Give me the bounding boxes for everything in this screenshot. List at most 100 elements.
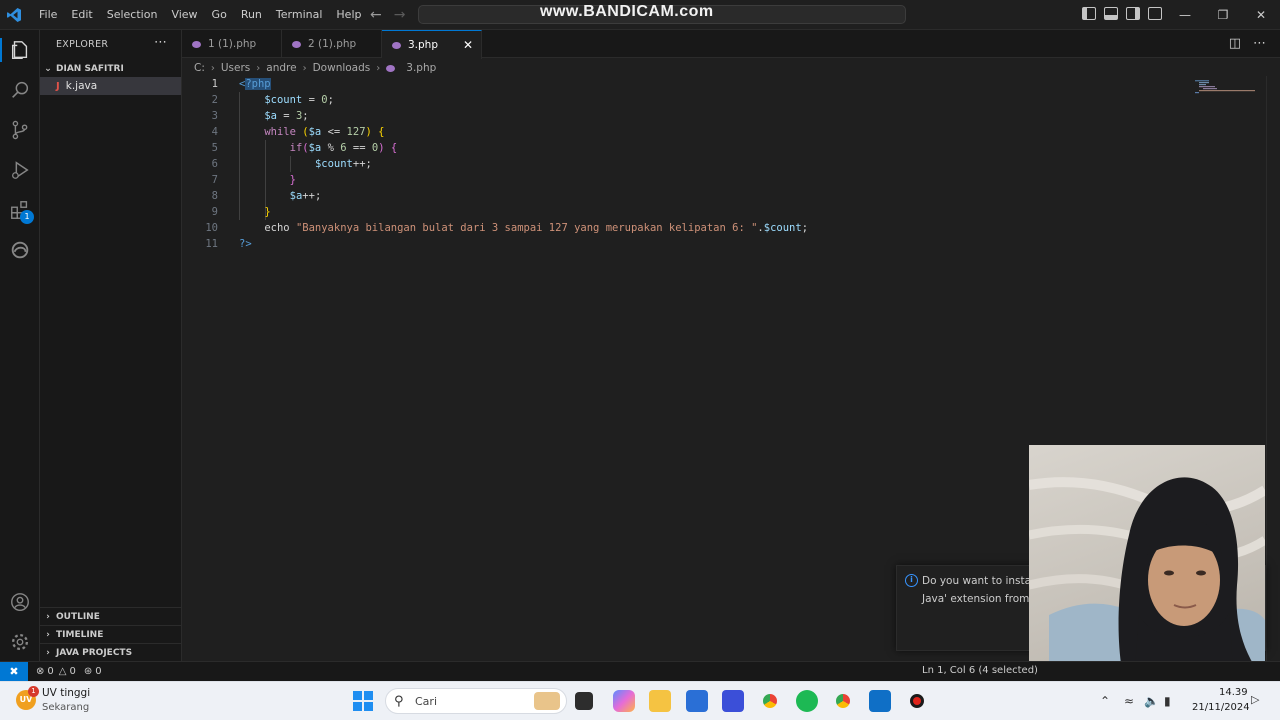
remote-indicator-icon[interactable]: ✖ xyxy=(0,661,28,682)
status-bar: ✖ ⊗ 0 △ 0 ⊛ 0 Ln 1, Col 6 (4 selected) xyxy=(0,661,1280,682)
problems-indicator[interactable]: ⊗ 0 △ 0 xyxy=(36,666,76,677)
presenter-video xyxy=(1029,477,1265,681)
toggle-secondary-sidebar-icon[interactable] xyxy=(1126,7,1140,20)
more-actions-icon[interactable]: ⋯ xyxy=(154,35,167,50)
php-file-icon xyxy=(392,41,401,49)
taskbar-search[interactable]: ⚲ Cari xyxy=(385,688,567,714)
tab-label: 1 (1).php xyxy=(208,38,257,50)
code-line[interactable]: 8 $a++; xyxy=(182,188,1082,204)
chevron-right-icon: › xyxy=(46,647,50,658)
menu-terminal[interactable]: Terminal xyxy=(269,0,330,30)
breadcrumb-item[interactable]: andre xyxy=(266,62,296,74)
toggle-panel-icon[interactable] xyxy=(1104,7,1118,20)
more-actions-icon[interactable]: ⋯ xyxy=(1253,36,1266,51)
minimap[interactable] xyxy=(1195,80,1255,94)
code-line[interactable]: 1 <?php xyxy=(182,76,1082,92)
task-view-icon[interactable] xyxy=(575,692,593,710)
code-text: } xyxy=(289,174,296,186)
menu-edit[interactable]: Edit xyxy=(64,0,99,30)
toggle-primary-sidebar-icon[interactable] xyxy=(1082,7,1096,20)
search-highlight-icon xyxy=(534,692,560,710)
timeline-section[interactable]: › TIMELINE xyxy=(40,625,181,643)
run-debug-icon[interactable] xyxy=(8,158,32,182)
code-line[interactable]: 11 ?> xyxy=(182,236,1082,252)
forward-arrow-icon[interactable]: → xyxy=(394,7,406,23)
back-arrow-icon[interactable]: ← xyxy=(370,7,382,23)
edge-devtools-icon[interactable] xyxy=(8,238,32,262)
chevron-right-icon: › xyxy=(302,62,307,74)
weather-title[interactable]: UV tinggi xyxy=(42,687,90,699)
java-projects-section[interactable]: › JAVA PROJECTS xyxy=(40,643,181,661)
code-line[interactable]: 3 $a = 3; xyxy=(182,108,1082,124)
wifi-icon[interactable]: ≈ xyxy=(1124,694,1134,708)
maximize-icon[interactable]: ❐ xyxy=(1204,0,1242,30)
clock-date[interactable]: 21/11/2024 xyxy=(1192,702,1250,713)
spotify-icon[interactable] xyxy=(796,690,818,712)
breadcrumb: C: › Users › andre › Downloads › 3.php xyxy=(194,60,436,76)
chevron-right-icon: › xyxy=(46,629,50,640)
code-line[interactable]: 10 echo "Banyaknya bilangan bulat dari 3… xyxy=(182,220,1082,236)
breadcrumb-item[interactable]: C: xyxy=(194,62,205,74)
code-line[interactable]: 4 while ($a <= 127) { xyxy=(182,124,1082,140)
clock-time[interactable]: 14.39 xyxy=(1219,687,1248,698)
search-icon[interactable] xyxy=(8,78,32,102)
workspace-folder[interactable]: ⌄ DIAN SAFITRI xyxy=(40,61,181,77)
menu-run[interactable]: Run xyxy=(234,0,269,30)
file-explorer-icon[interactable] xyxy=(649,690,671,712)
tab-1-1-php[interactable]: 1 (1).php xyxy=(182,30,282,58)
customize-layout-icon[interactable] xyxy=(1148,7,1162,20)
code-text: } xyxy=(264,206,271,218)
extensions-icon[interactable]: 1 xyxy=(8,198,34,224)
split-editor-icon[interactable]: ◫ xyxy=(1229,36,1241,51)
close-window-icon[interactable]: ✕ xyxy=(1242,0,1280,30)
bandicam-record-icon[interactable] xyxy=(906,690,928,712)
explorer-icon[interactable] xyxy=(8,38,32,62)
windows-start-icon[interactable] xyxy=(352,690,374,712)
code-line[interactable]: 6 $count++; xyxy=(182,156,1082,172)
code-text: $count = 0; xyxy=(264,94,334,106)
app-icon[interactable] xyxy=(722,690,744,712)
code-line[interactable]: 5 if($a % 6 == 0) { xyxy=(182,140,1082,156)
code-text: if($a % 6 == 0) { xyxy=(289,142,398,154)
ports-indicator[interactable]: ⊛ 0 xyxy=(84,666,102,677)
menu-view[interactable]: View xyxy=(164,0,204,30)
tab-3-php[interactable]: 3.php ✕ xyxy=(382,30,482,59)
settings-gear-icon[interactable] xyxy=(8,630,32,654)
chrome-icon[interactable] xyxy=(759,690,781,712)
breadcrumb-item[interactable]: Users xyxy=(221,62,250,74)
code-line[interactable]: 7 } xyxy=(182,172,1082,188)
outline-section[interactable]: › OUTLINE xyxy=(40,607,181,625)
menu-help[interactable]: Help xyxy=(329,0,368,30)
breadcrumb-item[interactable]: 3.php xyxy=(406,62,436,74)
volume-icon[interactable]: 🔈 xyxy=(1144,694,1159,708)
battery-icon[interactable]: ▮ xyxy=(1164,694,1171,708)
php-file-icon xyxy=(386,64,396,72)
code-text: ?> xyxy=(239,238,252,250)
notification-bell-icon[interactable]: ▷ xyxy=(1251,693,1259,706)
copilot-icon[interactable] xyxy=(613,690,635,712)
tray-chevron-icon[interactable]: ⌃ xyxy=(1100,694,1110,708)
vscode-taskbar-icon[interactable] xyxy=(869,690,891,712)
menu-file[interactable]: File xyxy=(32,0,64,30)
minimize-icon[interactable]: — xyxy=(1166,0,1204,30)
line-number: 5 xyxy=(211,142,218,154)
java-projects-label: JAVA PROJECTS xyxy=(56,647,133,658)
file-item-k-java[interactable]: J k.java xyxy=(40,77,181,95)
tab-2-1-php[interactable]: 2 (1).php xyxy=(282,30,382,58)
chrome-icon[interactable] xyxy=(832,690,854,712)
code-line[interactable]: 2 $count = 0; xyxy=(182,92,1082,108)
breadcrumb-item[interactable]: Downloads xyxy=(313,62,371,74)
menu-go[interactable]: Go xyxy=(205,0,234,30)
code-line[interactable]: 9 } xyxy=(182,204,1082,220)
outline-label: OUTLINE xyxy=(56,611,100,622)
source-control-icon[interactable] xyxy=(8,118,32,142)
editor-scrollbar[interactable] xyxy=(1266,76,1280,661)
account-icon[interactable] xyxy=(8,590,32,614)
chevron-right-icon: › xyxy=(210,62,215,74)
menu-selection[interactable]: Selection xyxy=(100,0,165,30)
cursor-position[interactable]: Ln 1, Col 6 (4 selected) xyxy=(922,665,1038,676)
java-icon: J xyxy=(56,80,60,92)
close-tab-icon[interactable]: ✕ xyxy=(463,38,473,52)
search-icon: ⚲ xyxy=(394,694,404,709)
store-icon[interactable] xyxy=(686,690,708,712)
